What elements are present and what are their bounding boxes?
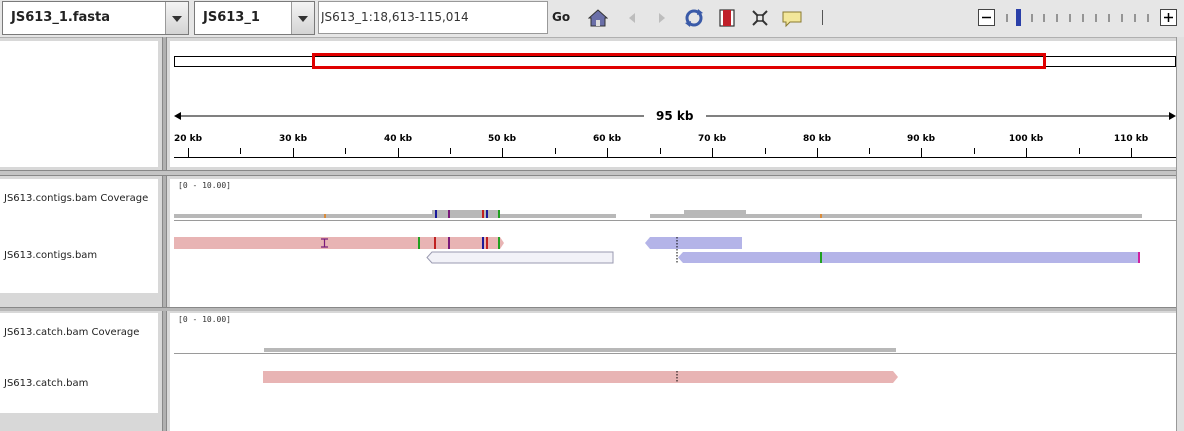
catch-bam-track-name[interactable]: JS613.catch.bam <box>4 378 88 389</box>
coverage-data-range: [0 - 10.00] <box>178 181 231 190</box>
toolbar: JS613_1.fasta JS613_1 Go <box>0 0 1184 38</box>
catch-coverage-track[interactable] <box>170 340 1176 356</box>
reverse-read <box>678 252 1140 263</box>
catch-coverage-track-name[interactable]: JS613.catch.bam Coverage <box>4 327 139 338</box>
horizontal-divider <box>0 170 1184 176</box>
right-edge <box>1176 37 1184 431</box>
ruler-tick-label: 100 kb <box>1008 134 1044 144</box>
ruler-tick <box>240 148 241 154</box>
ruler-baseline <box>174 157 1176 158</box>
ruler-tick <box>817 148 818 157</box>
region-of-interest-icon[interactable] <box>717 8 737 28</box>
ruler-tick <box>345 148 346 154</box>
ruler-tick <box>712 148 713 157</box>
forward-read <box>174 237 504 249</box>
ruler-tick <box>607 148 608 157</box>
header-name-panel <box>0 41 158 167</box>
forward-read <box>263 371 898 383</box>
ruler-tick-label: 70 kb <box>697 134 727 144</box>
ruler-tick <box>188 148 189 157</box>
home-icon[interactable] <box>588 8 608 28</box>
ruler-tick-label: 40 kb <box>383 134 413 144</box>
ruler-tick-label: 110 kb <box>1113 134 1149 144</box>
toolbar-divider <box>822 10 823 25</box>
forward-arrow-icon[interactable] <box>652 8 672 28</box>
ruler-tick <box>555 148 556 154</box>
back-arrow-icon[interactable] <box>622 8 642 28</box>
ruler-tick-label: 60 kb <box>592 134 622 144</box>
ruler-tick <box>450 148 451 154</box>
ruler-tick <box>293 148 294 157</box>
ruler-tick <box>1131 148 1132 157</box>
reverse-read <box>645 237 742 249</box>
go-button[interactable]: Go <box>552 10 570 24</box>
ruler-tick-label: 90 kb <box>906 134 936 144</box>
ruler-tick <box>974 148 975 154</box>
locus-input[interactable] <box>319 2 541 32</box>
horizontal-divider <box>0 307 1184 311</box>
chromosome-ideogram[interactable] <box>174 52 1176 72</box>
ruler-tick <box>765 148 766 154</box>
genome-dropdown-value: JS613_1.fasta <box>11 10 110 25</box>
ruler-tick-label: 30 kb <box>278 134 308 144</box>
ruler-tick-label: 80 kb <box>802 134 832 144</box>
catch-alignment-track[interactable] <box>170 366 1176 388</box>
ruler-tick <box>869 148 870 154</box>
ruler-tick <box>502 148 503 157</box>
ruler-tick <box>921 148 922 157</box>
ruler-tick <box>398 148 399 157</box>
ruler-tick-label: 20 kb <box>173 134 203 144</box>
read-outline <box>426 251 614 264</box>
zoom-in-icon[interactable] <box>1160 9 1177 26</box>
chromosome-dropdown-value: JS613_1 <box>203 10 260 25</box>
chevron-down-icon[interactable] <box>165 2 188 34</box>
speech-bubble-icon[interactable] <box>782 8 802 28</box>
fit-to-window-icon[interactable] <box>750 8 770 28</box>
ruler-span-label: 95 kb <box>656 109 694 123</box>
coverage-data-range: [0 - 10.00] <box>178 315 231 324</box>
contigs-bam-track-name[interactable]: JS613.contigs.bam <box>4 250 97 261</box>
genome-dropdown[interactable]: JS613_1.fasta <box>2 1 189 35</box>
locus-search-box[interactable] <box>318 1 548 34</box>
zoom-out-icon[interactable] <box>978 9 995 26</box>
ruler-tick <box>1079 148 1080 154</box>
ruler-tick-label: 50 kb <box>487 134 517 144</box>
ruler-tick <box>1026 148 1027 157</box>
contigs-alignment-track[interactable] <box>170 232 1176 268</box>
chevron-down-icon[interactable] <box>291 2 314 34</box>
zoom-slider[interactable] <box>1004 9 1154 27</box>
contigs-coverage-track[interactable] <box>170 205 1176 221</box>
chromosome-dropdown[interactable]: JS613_1 <box>194 1 315 35</box>
contigs-coverage-track-name[interactable]: JS613.contigs.bam Coverage <box>4 193 148 204</box>
refresh-icon[interactable] <box>684 8 704 28</box>
ruler-tick <box>660 148 661 154</box>
vertical-divider <box>162 37 167 431</box>
